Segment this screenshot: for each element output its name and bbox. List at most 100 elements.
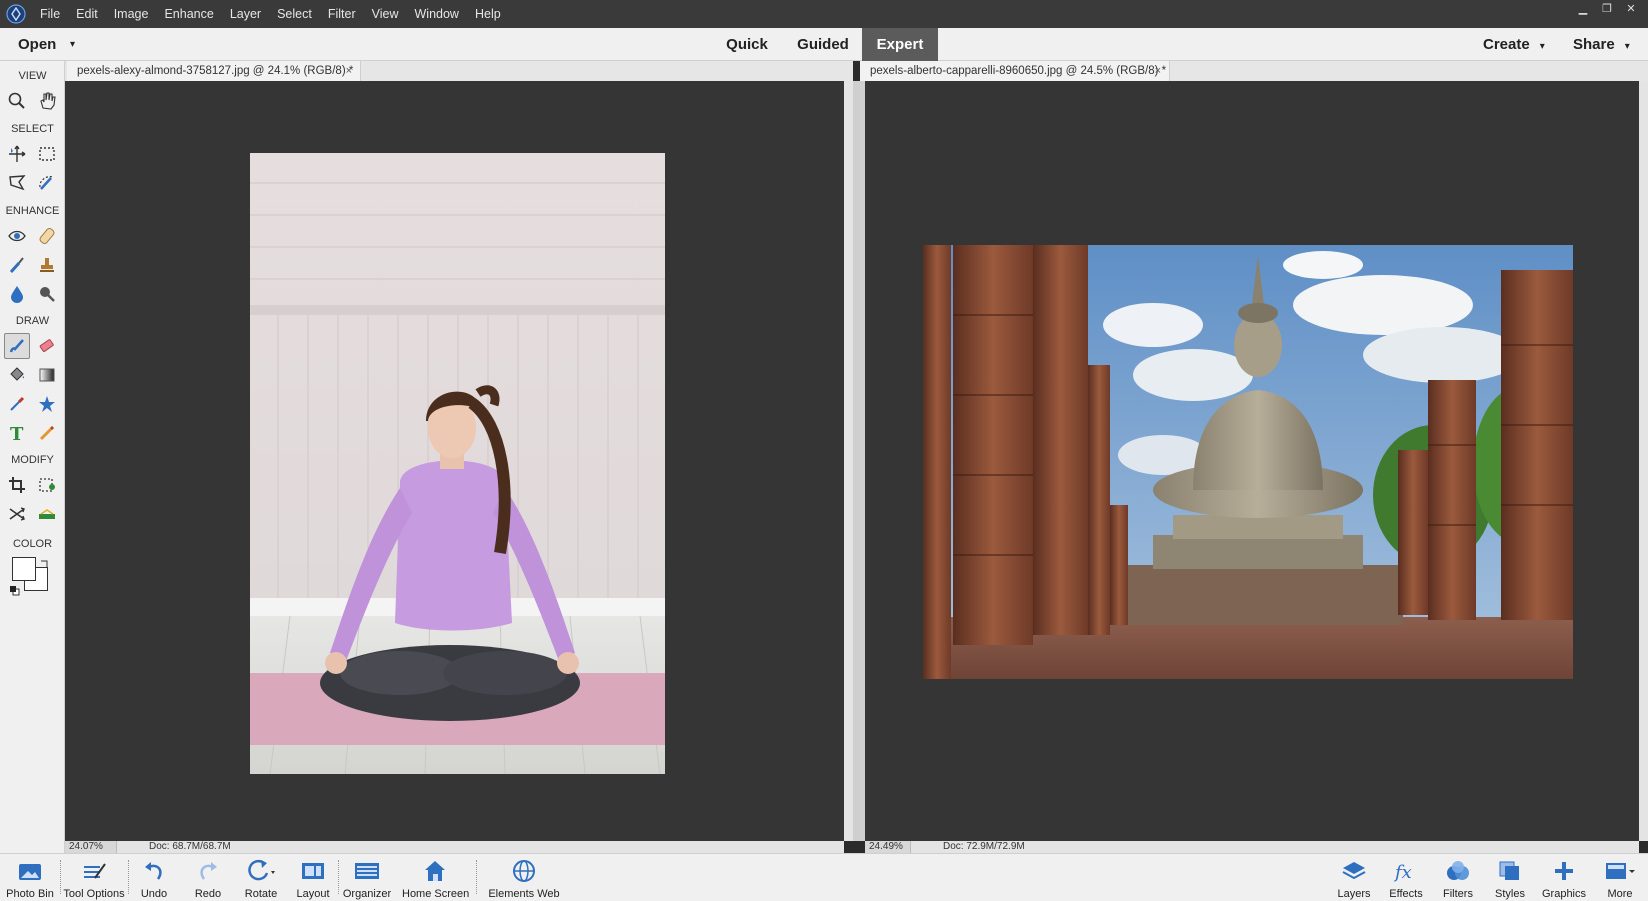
straighten-tool-icon[interactable]: [34, 501, 60, 527]
redo-icon: [188, 858, 228, 884]
doc2-close-icon[interactable]: ×: [1155, 61, 1161, 81]
sponge-tool-icon[interactable]: [34, 281, 60, 307]
gradient-tool-icon[interactable]: [34, 362, 60, 388]
crop-tool-icon[interactable]: [4, 472, 30, 498]
eyedropper-icon[interactable]: [4, 391, 30, 417]
menu-edit[interactable]: Edit: [68, 0, 106, 28]
layers-icon: [1334, 858, 1374, 884]
healing-brush-icon[interactable]: [34, 223, 60, 249]
doc2-doc-size: Doc: 72.9M/72.9M: [943, 841, 1025, 852]
recompose-tool-icon[interactable]: [34, 472, 60, 498]
organizer-button[interactable]: Organizer: [342, 858, 392, 900]
menu-view[interactable]: View: [364, 0, 407, 28]
app-logo-icon[interactable]: [0, 0, 32, 28]
rotate-label: Rotate: [244, 888, 278, 900]
eraser-tool-icon[interactable]: [34, 333, 60, 359]
mode-tab-guided[interactable]: Guided: [788, 28, 858, 61]
layout-button[interactable]: Layout: [292, 858, 334, 900]
separator: [128, 860, 129, 894]
graphics-panel-button[interactable]: Graphics: [1540, 858, 1588, 900]
doc1-tab[interactable]: pexels-alexy-almond-3758127.jpg @ 24.1% …: [67, 61, 361, 81]
menu-file[interactable]: File: [32, 0, 68, 28]
menu-layer[interactable]: Layer: [222, 0, 269, 28]
toolbox: VIEW SELECT ENHANCE DRAW T MODIFY COLOR: [0, 61, 65, 853]
menu-image[interactable]: Image: [106, 0, 157, 28]
mode-tab-quick[interactable]: Quick: [712, 28, 782, 61]
doc2-tab[interactable]: pexels-alberto-capparelli-8960650.jpg @ …: [860, 61, 1170, 81]
mode-bar: Open ▾ Quick Guided Expert Create ▾ Share…: [0, 28, 1648, 61]
rotate-button[interactable]: Rotate: [238, 858, 284, 900]
hand-tool-icon[interactable]: [34, 88, 60, 114]
color-swatches[interactable]: [10, 555, 52, 596]
undo-button[interactable]: Undo: [134, 858, 174, 900]
section-select-label: SELECT: [11, 123, 54, 135]
menu-enhance[interactable]: Enhance: [156, 0, 221, 28]
redo-button[interactable]: Redo: [188, 858, 228, 900]
clone-stamp-icon[interactable]: [34, 252, 60, 278]
menu-help[interactable]: Help: [467, 0, 509, 28]
custom-shape-icon[interactable]: [34, 391, 60, 417]
restore-button[interactable]: ❐: [1596, 2, 1618, 16]
tool-options-button[interactable]: Tool Options: [62, 858, 126, 900]
quick-selection-tool-icon[interactable]: [34, 170, 60, 196]
photo-bin-button[interactable]: Photo Bin: [4, 858, 56, 900]
home-screen-label: Home Screen: [402, 888, 470, 900]
svg-text:fx: fx: [1393, 862, 1412, 883]
section-view-label: VIEW: [18, 70, 47, 82]
type-tool-icon[interactable]: T: [4, 420, 30, 446]
filters-panel-button[interactable]: Filters: [1438, 858, 1478, 900]
doc1-vertical-scrollbar[interactable]: [844, 81, 853, 841]
paint-bucket-icon[interactable]: [4, 362, 30, 388]
move-tool-icon[interactable]: [4, 141, 30, 167]
doc2-vertical-scrollbar[interactable]: [1639, 81, 1648, 841]
marquee-tool-icon[interactable]: [34, 141, 60, 167]
doc2-zoom-field[interactable]: 24.49%: [865, 841, 911, 853]
content-aware-move-icon[interactable]: [4, 501, 30, 527]
create-menu[interactable]: Create ▾: [1483, 28, 1545, 61]
open-dropdown-caret[interactable]: ▾: [70, 28, 75, 61]
rotate-icon: [238, 858, 284, 884]
panel-splitter[interactable]: [853, 81, 865, 841]
svg-text:T: T: [10, 424, 24, 443]
doc1-status-bar: Doc: 68.7M/68.7M: [117, 841, 844, 853]
doc1-zoom-field[interactable]: 24.07%: [65, 841, 117, 853]
effects-panel-button[interactable]: fx Effects: [1386, 858, 1426, 900]
close-window-button[interactable]: ✕: [1620, 2, 1642, 16]
pencil-tool-icon[interactable]: [34, 420, 60, 446]
more-panel-button[interactable]: More: [1598, 858, 1642, 900]
layers-panel-button[interactable]: Layers: [1334, 858, 1374, 900]
filters-icon: [1438, 858, 1478, 884]
section-color-label: COLOR: [12, 538, 53, 550]
doc1-close-icon[interactable]: ×: [346, 61, 352, 81]
foreground-color-swatch[interactable]: [12, 557, 36, 581]
brush-tool-icon[interactable]: [4, 333, 30, 359]
doc1-canvas[interactable]: [65, 81, 844, 841]
lasso-tool-icon[interactable]: [4, 170, 30, 196]
doc1-doc-size: Doc: 68.7M/68.7M: [149, 841, 231, 852]
globe-icon: [488, 858, 560, 884]
zoom-tool-icon[interactable]: [4, 88, 30, 114]
red-eye-tool-icon[interactable]: [4, 223, 30, 249]
smart-brush-icon[interactable]: [4, 252, 30, 278]
menu-select[interactable]: Select: [269, 0, 320, 28]
share-label: Share: [1573, 36, 1615, 53]
styles-panel-button[interactable]: Styles: [1490, 858, 1530, 900]
section-draw-label: DRAW: [15, 315, 50, 327]
doc2-canvas[interactable]: [865, 81, 1639, 841]
mode-tab-expert[interactable]: Expert: [862, 28, 938, 61]
home-icon: [402, 858, 468, 884]
minimize-button[interactable]: ▁: [1572, 2, 1594, 16]
menu-window[interactable]: Window: [407, 0, 467, 28]
more-icon: [1598, 858, 1642, 884]
menu-filter[interactable]: Filter: [320, 0, 364, 28]
elements-web-button[interactable]: Elements Web: [488, 858, 560, 900]
blur-tool-icon[interactable]: [4, 281, 30, 307]
menu-bar: File Edit Image Enhance Layer Select Fil…: [0, 0, 1648, 28]
swap-colors-icon[interactable]: [40, 555, 50, 567]
share-menu[interactable]: Share ▾: [1573, 28, 1630, 61]
home-screen-button[interactable]: Home Screen: [402, 858, 470, 900]
open-button[interactable]: Open: [18, 28, 56, 61]
default-colors-icon[interactable]: [10, 583, 20, 596]
undo-label: Undo: [140, 888, 168, 900]
undo-icon: [134, 858, 174, 884]
